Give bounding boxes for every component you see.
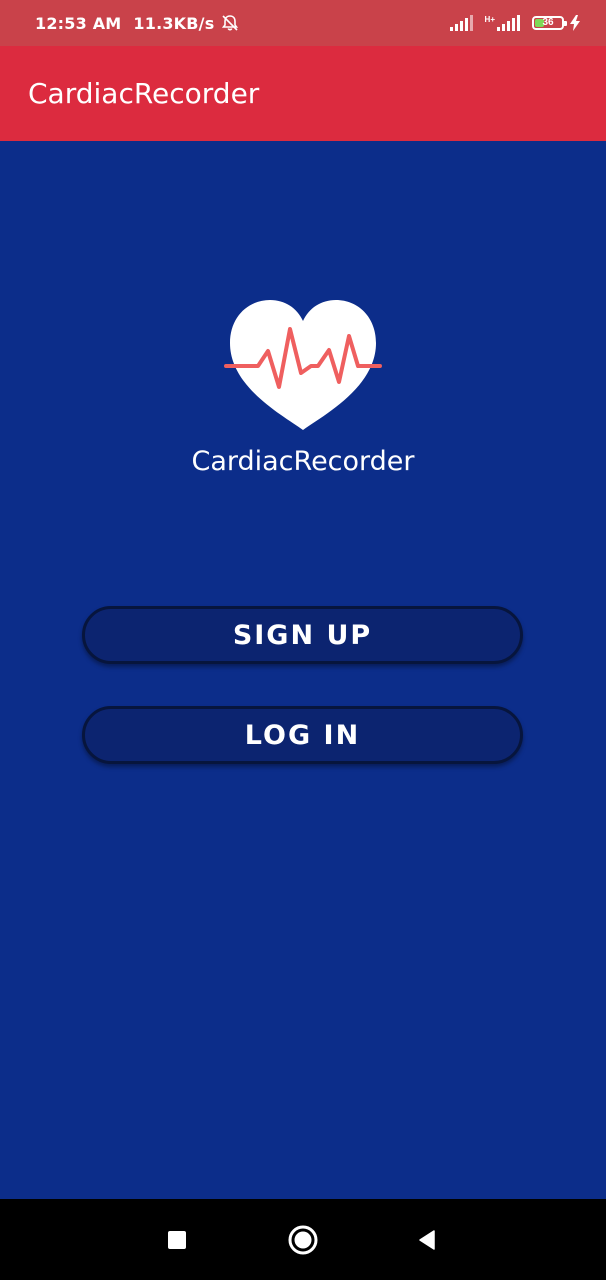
battery-level: 36 xyxy=(542,17,554,28)
app-bar: CardiacRecorder xyxy=(0,46,606,141)
status-left: 12:53 AM 11.3KB/s xyxy=(35,0,240,46)
home-button[interactable] xyxy=(278,1199,328,1280)
navigation-bar xyxy=(0,1199,606,1280)
back-button[interactable] xyxy=(402,1199,452,1280)
app-title: CardiacRecorder xyxy=(28,77,260,110)
status-time: 12:53 AM xyxy=(35,13,122,33)
recents-button[interactable] xyxy=(152,1199,202,1280)
square-icon xyxy=(168,1230,186,1249)
heart-pulse-icon xyxy=(224,300,382,430)
network-speed: 11.3KB/s xyxy=(133,13,215,33)
lightning-bolt-icon xyxy=(570,15,580,31)
hspa-label: H+ xyxy=(484,15,495,24)
status-bar: 12:53 AM 11.3KB/s H+ 36 xyxy=(0,0,606,46)
status-right: H+ 36 xyxy=(437,0,580,46)
battery-icon: 36 xyxy=(532,16,567,30)
logo-app-name: CardiacRecorder xyxy=(191,446,415,477)
signal-bars-icon xyxy=(497,15,520,31)
screen: 12:53 AM 11.3KB/s H+ 36 CardiacRecorder … xyxy=(0,0,606,1280)
signal-bars-icon xyxy=(449,15,473,31)
circle-icon xyxy=(288,1225,318,1254)
log-in-button[interactable]: LOG IN xyxy=(82,706,523,764)
bell-off-icon xyxy=(222,15,239,31)
hspa-signal: H+ xyxy=(485,15,520,31)
sign-up-button[interactable]: SIGN UP xyxy=(82,606,523,664)
triangle-back-icon xyxy=(419,1229,435,1250)
